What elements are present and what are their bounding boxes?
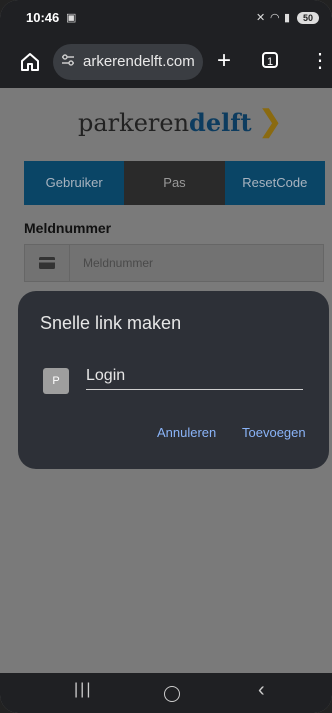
tab-gebruiker[interactable]: Gebruiker <box>24 161 125 205</box>
dialog-title: Snelle link maken <box>40 313 182 333</box>
logo-part-delft: delft <box>189 108 252 137</box>
status-time: 10:46 <box>26 10 60 25</box>
url-text[interactable]: arkerendelft.com <box>83 53 195 70</box>
home-icon[interactable] <box>18 50 42 74</box>
meldnummer-label: Meldnummer <box>24 220 112 236</box>
site-logo[interactable]: parkerendelft ❯ <box>78 104 283 139</box>
tab-count-button[interactable]: 1 <box>262 52 278 68</box>
screen-record-icon: ▣ <box>66 12 77 24</box>
site-favicon: P <box>43 368 69 394</box>
logo-part-parkeren: parkeren <box>78 109 190 137</box>
tune-icon[interactable] <box>61 53 75 70</box>
battery-indicator: 50 <box>297 12 319 24</box>
logo-chevron-icon: ❯ <box>257 104 283 139</box>
meldnummer-input[interactable]: Meldnummer <box>24 244 324 282</box>
mute-icon: ✕ <box>256 12 266 24</box>
login-tabs: Gebruiker Pas ResetCode <box>24 161 325 205</box>
link-name-input[interactable]: Login <box>86 365 303 390</box>
back-icon[interactable]: ‹ <box>258 679 265 702</box>
cancel-button[interactable]: Annuleren <box>157 425 216 440</box>
system-nav-bar: ||| ‹ <box>0 673 332 713</box>
phone-screen: 10:46 ▣ ✕ ◠ ▮ 50 arkerendelft.com + 1 ⋮ … <box>0 0 332 713</box>
quick-link-dialog: Snelle link maken P Login Annuleren Toev… <box>18 291 329 469</box>
card-icon <box>25 245 70 281</box>
tab-resetcode[interactable]: ResetCode <box>224 161 325 205</box>
status-bar: 10:46 ▣ ✕ ◠ ▮ 50 <box>0 0 332 36</box>
home-circle-icon[interactable] <box>164 686 180 702</box>
more-vert-icon[interactable]: ⋮ <box>310 48 330 73</box>
add-button[interactable]: Toevoegen <box>242 425 306 440</box>
browser-toolbar: arkerendelft.com + 1 ⋮ <box>0 36 332 88</box>
signal-icon: ▮ <box>284 12 291 24</box>
recents-icon[interactable]: ||| <box>74 681 92 699</box>
meldnummer-placeholder: Meldnummer <box>83 256 154 270</box>
plus-icon[interactable]: + <box>217 47 231 75</box>
wifi-icon: ◠ <box>270 12 280 24</box>
url-bar[interactable]: arkerendelft.com <box>53 44 203 80</box>
tab-pas[interactable]: Pas <box>124 161 225 205</box>
